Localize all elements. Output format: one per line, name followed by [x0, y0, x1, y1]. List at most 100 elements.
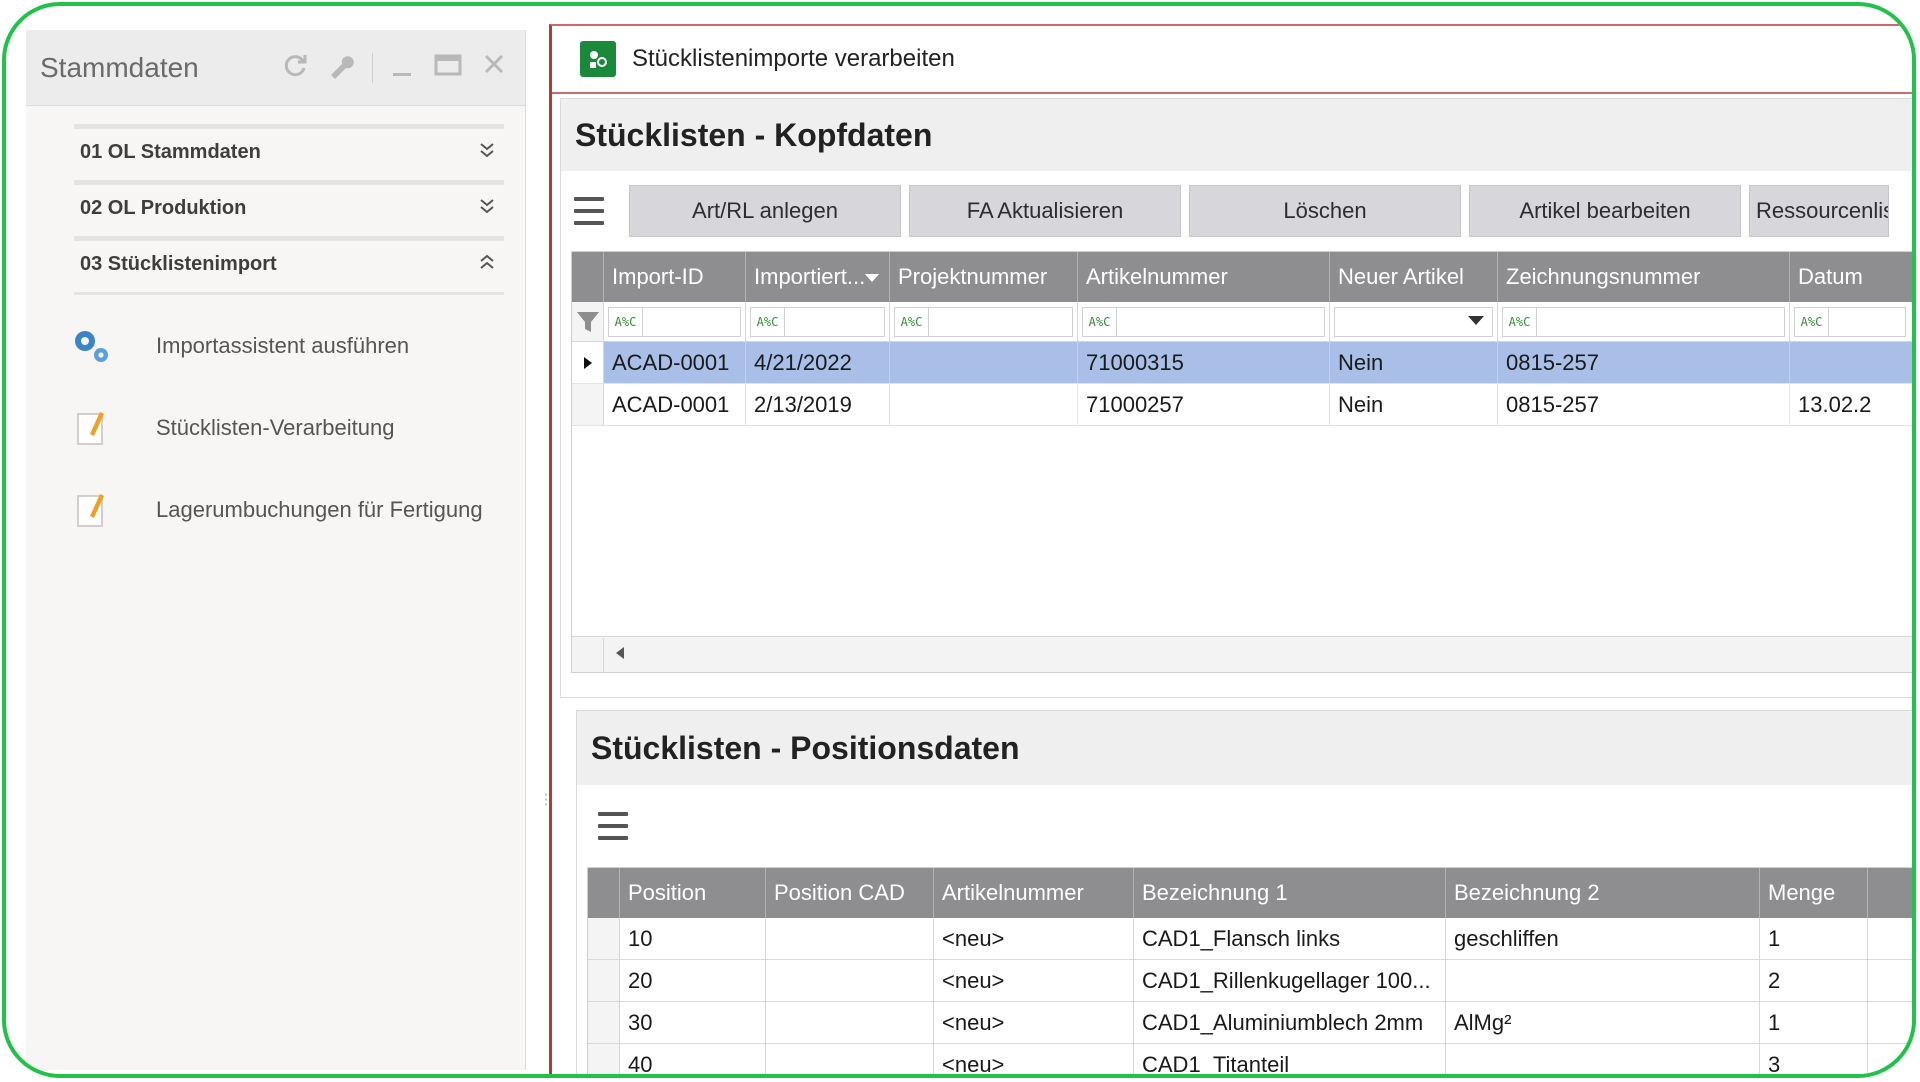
- table-cell[interactable]: ACAD-0001: [604, 384, 746, 425]
- art-rl-anlegen-button[interactable]: Art/RL anlegen: [629, 185, 901, 237]
- table-cell[interactable]: 13.02.2: [1790, 384, 1910, 425]
- column-header-zeichnungsnummer[interactable]: Zeichnungsnummer: [1498, 252, 1790, 302]
- table-cell[interactable]: 4/21/2022: [746, 342, 890, 383]
- table-cell[interactable]: Nein: [1330, 342, 1498, 383]
- accordion-stuecklistenimport[interactable]: 03 Stücklistenimport: [74, 236, 504, 288]
- table-cell[interactable]: 1: [1760, 918, 1868, 959]
- table-cell[interactable]: [1446, 960, 1760, 1001]
- table-cell[interactable]: [1868, 1044, 1912, 1074]
- table-cell[interactable]: [1868, 960, 1912, 1001]
- table-row[interactable]: 30 <neu> CAD1_Aluminiumblech 2mm AlMg² 1: [588, 1002, 1912, 1044]
- table-row[interactable]: ACAD-0001 2/13/2019 71000257 Nein 0815-2…: [572, 384, 1912, 426]
- table-cell[interactable]: 0815-257: [1498, 384, 1790, 425]
- column-header-neuer-artikel[interactable]: Neuer Artikel: [1330, 252, 1498, 302]
- wrench-icon[interactable]: [324, 51, 358, 85]
- table-cell[interactable]: 20: [620, 960, 766, 1001]
- table-cell[interactable]: [1868, 918, 1912, 959]
- table-cell[interactable]: CAD1_Flansch links: [1134, 918, 1446, 959]
- row-selector[interactable]: [588, 1002, 620, 1043]
- table-cell[interactable]: <neu>: [934, 918, 1134, 959]
- table-cell[interactable]: CAD1_Rillenkugellager 100...: [1134, 960, 1446, 1001]
- filter-cell[interactable]: A%C: [604, 302, 746, 341]
- fa-aktualisieren-button[interactable]: FA Aktualisieren: [909, 185, 1181, 237]
- table-cell[interactable]: 3: [1760, 1044, 1868, 1074]
- table-cell[interactable]: ACAD-0001: [604, 342, 746, 383]
- table-cell[interactable]: CAD1_Titanteil: [1134, 1044, 1446, 1074]
- nav-importassistent[interactable]: Importassistent ausführen: [26, 305, 525, 387]
- table-cell[interactable]: 30: [620, 1002, 766, 1043]
- column-header-extra[interactable]: [1868, 868, 1912, 918]
- column-header-datum[interactable]: Datum: [1790, 252, 1910, 302]
- table-cell[interactable]: [1790, 342, 1910, 383]
- table-row[interactable]: 40 <neu> CAD1_Titanteil 3: [588, 1044, 1912, 1074]
- filter-cell[interactable]: A%C: [1078, 302, 1330, 341]
- nav-lagerumbuchungen[interactable]: Lagerumbuchungen für Fertigung: [26, 469, 525, 551]
- table-cell[interactable]: [766, 1044, 934, 1074]
- table-row[interactable]: 10 <neu> CAD1_Flansch links geschliffen …: [588, 918, 1912, 960]
- dropdown-arrow-icon[interactable]: [1468, 313, 1484, 331]
- filter-operator[interactable]: A%C: [895, 307, 929, 336]
- row-selector[interactable]: [588, 918, 620, 959]
- table-cell[interactable]: 40: [620, 1044, 766, 1074]
- row-selector[interactable]: [572, 384, 604, 425]
- hamburger-menu-icon[interactable]: [595, 808, 631, 844]
- table-cell[interactable]: 0815-257: [1498, 342, 1790, 383]
- table-cell[interactable]: 10: [620, 918, 766, 959]
- table-cell[interactable]: geschliffen: [1446, 918, 1760, 959]
- column-header-import-id[interactable]: Import-ID: [604, 252, 746, 302]
- table-cell[interactable]: [1868, 1002, 1912, 1043]
- table-cell[interactable]: [766, 918, 934, 959]
- table-cell[interactable]: [1446, 1044, 1760, 1074]
- table-cell[interactable]: 1: [1760, 1002, 1868, 1043]
- table-cell[interactable]: 71000257: [1078, 384, 1330, 425]
- table-cell[interactable]: [890, 384, 1078, 425]
- accordion-ol-stammdaten[interactable]: 01 OL Stammdaten: [74, 124, 504, 176]
- horizontal-scrollbar[interactable]: [572, 636, 1912, 672]
- table-row[interactable]: 20 <neu> CAD1_Rillenkugellager 100... 2: [588, 960, 1912, 1002]
- nav-stuecklisten-verarbeitung[interactable]: Stücklisten-Verarbeitung: [26, 387, 525, 469]
- filter-cell[interactable]: A%C: [1498, 302, 1790, 341]
- filter-cell[interactable]: A%C: [1790, 302, 1910, 341]
- table-cell[interactable]: 71000315: [1078, 342, 1330, 383]
- panel-splitter-handle[interactable]: ⋮: [539, 792, 553, 820]
- scroll-left-arrow-icon[interactable]: [616, 647, 624, 662]
- table-cell[interactable]: <neu>: [934, 1002, 1134, 1043]
- column-header-artikelnummer[interactable]: Artikelnummer: [1078, 252, 1330, 302]
- table-cell[interactable]: [766, 960, 934, 1001]
- filter-cell[interactable]: A%C: [746, 302, 890, 341]
- column-header-bezeichnung-2[interactable]: Bezeichnung 2: [1446, 868, 1760, 918]
- table-cell[interactable]: CAD1_Aluminiumblech 2mm: [1134, 1002, 1446, 1043]
- filter-operator[interactable]: A%C: [1795, 307, 1829, 336]
- filter-operator[interactable]: A%C: [609, 307, 643, 336]
- table-cell[interactable]: 2: [1760, 960, 1868, 1001]
- filter-dropdown[interactable]: [1330, 302, 1498, 341]
- column-header-position-cad[interactable]: Position CAD: [766, 868, 934, 918]
- table-cell[interactable]: 2/13/2019: [746, 384, 890, 425]
- row-selector[interactable]: [588, 1044, 620, 1074]
- column-header-importiert[interactable]: Importiert...: [746, 252, 890, 302]
- filter-operator[interactable]: A%C: [1083, 307, 1117, 336]
- refresh-icon[interactable]: [278, 51, 312, 85]
- ressourcenliste-button[interactable]: Ressourcenlis: [1749, 185, 1889, 237]
- maximize-icon[interactable]: [431, 51, 465, 85]
- minimize-icon[interactable]: [385, 51, 419, 85]
- column-header-artikelnummer[interactable]: Artikelnummer: [934, 868, 1134, 918]
- filter-operator[interactable]: A%C: [751, 307, 785, 336]
- column-header-bezeichnung-1[interactable]: Bezeichnung 1: [1134, 868, 1446, 918]
- row-selector[interactable]: [588, 960, 620, 1001]
- accordion-ol-produktion[interactable]: 02 OL Produktion: [74, 180, 504, 232]
- table-cell[interactable]: [890, 342, 1078, 383]
- filter-cell[interactable]: A%C: [890, 302, 1078, 341]
- filter-operator[interactable]: A%C: [1503, 307, 1537, 336]
- table-cell[interactable]: <neu>: [934, 960, 1134, 1001]
- table-cell[interactable]: Nein: [1330, 384, 1498, 425]
- column-header-position[interactable]: Position: [620, 868, 766, 918]
- column-header-projektnummer[interactable]: Projektnummer: [890, 252, 1078, 302]
- table-cell[interactable]: <neu>: [934, 1044, 1134, 1074]
- close-icon[interactable]: [477, 51, 511, 85]
- loeschen-button[interactable]: Löschen: [1189, 185, 1461, 237]
- hamburger-menu-icon[interactable]: [571, 193, 607, 229]
- table-cell[interactable]: [766, 1002, 934, 1043]
- table-row[interactable]: ACAD-0001 4/21/2022 71000315 Nein 0815-2…: [572, 342, 1912, 384]
- column-header-menge[interactable]: Menge: [1760, 868, 1868, 918]
